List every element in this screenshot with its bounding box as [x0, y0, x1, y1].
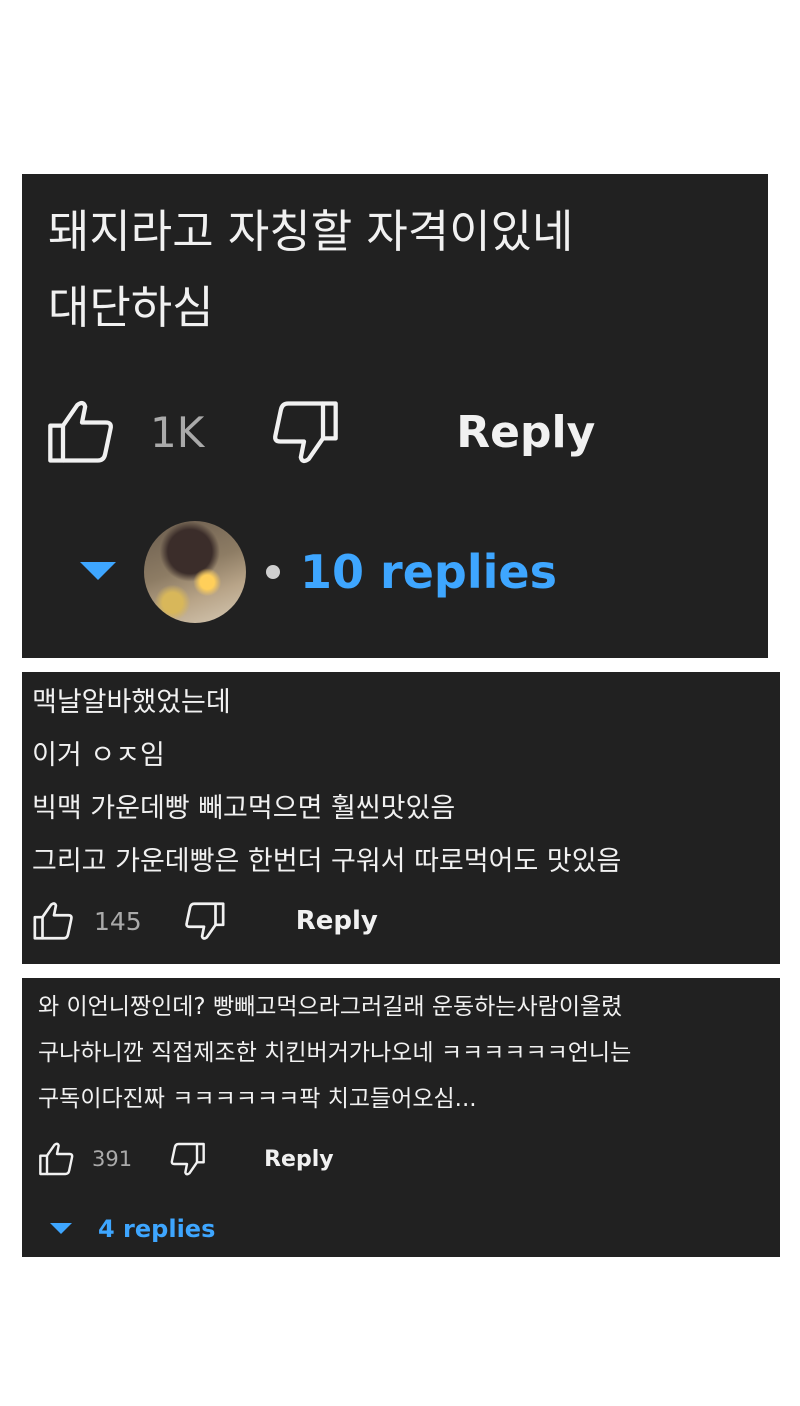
- thumbs-down-icon[interactable]: [264, 394, 344, 470]
- comment-card: 맥날알바했었는데 이거 ㅇㅈ임 빅맥 가운데빵 빼고먹으면 훨씬맛있음 그리고 …: [22, 672, 780, 964]
- view-replies-toggle[interactable]: 4 replies: [50, 1214, 215, 1244]
- comment-card: 와 이언니짱인데? 빵빼고먹으라그러길래 운동하는사람이올렸 구나하니깐 직접제…: [22, 978, 780, 1257]
- thumbs-down-icon[interactable]: [166, 1139, 208, 1179]
- comment-line: 그리고 가운데빵은 한번더 구워서 따로먹어도 맛있음: [32, 846, 622, 877]
- view-replies-toggle[interactable]: 10 replies: [80, 517, 557, 627]
- comment-actions: 145 Reply: [30, 896, 378, 946]
- reply-button[interactable]: Reply: [296, 906, 378, 936]
- avatar: [144, 521, 246, 623]
- comment-line: 와 이언니짱인데? 빵빼고먹으라그러길래 운동하는사람이올렸: [38, 994, 623, 1020]
- reply-button[interactable]: Reply: [264, 1147, 334, 1172]
- replies-count-link[interactable]: 10 replies: [300, 545, 557, 599]
- thumbs-up-icon[interactable]: [36, 1139, 78, 1179]
- thumbs-up-icon[interactable]: [30, 898, 78, 944]
- comment-line: 이거 ㅇㅈ임: [32, 740, 165, 771]
- like-count: 1K: [150, 407, 205, 457]
- triangle-down-icon: [80, 562, 116, 582]
- comment-text: 와 이언니짱인데? 빵빼고먹으라그러길래 운동하는사람이올렸 구나하니깐 직접제…: [38, 984, 631, 1122]
- comment-line: 빅맥 가운데빵 빼고먹으면 훨씬맛있음: [32, 793, 456, 824]
- reply-button[interactable]: Reply: [456, 407, 595, 458]
- comment-line: 맥날알바했었는데: [32, 687, 231, 718]
- comment-card: 돼지라고 자칭할 자격이있네 대단하심 1K Reply 10 replies: [22, 174, 768, 658]
- comment-text: 맥날알바했었는데 이거 ㅇㅈ임 빅맥 가운데빵 빼고먹으면 훨씬맛있음 그리고 …: [32, 676, 621, 888]
- replies-count-link[interactable]: 4 replies: [98, 1215, 215, 1243]
- like-count: 145: [94, 906, 142, 936]
- thumbs-up-icon[interactable]: [42, 394, 122, 470]
- separator-dot: [266, 565, 280, 579]
- comment-line: 돼지라고 자칭할 자격이있네: [48, 205, 574, 258]
- comment-line: 구독이다진짜 ㅋㅋㅋㅋㅋㅋ팍 치고들어오심...: [38, 1086, 477, 1112]
- triangle-down-icon: [50, 1223, 72, 1235]
- comment-line: 구나하니깐 직접제조한 치킨버거가나오네 ㅋㅋㅋㅋㅋㅋ언니는: [38, 1040, 632, 1066]
- comment-actions: 1K Reply: [42, 394, 595, 470]
- comment-text: 돼지라고 자칭할 자격이있네 대단하심: [48, 194, 573, 346]
- comment-actions: 391 Reply: [36, 1138, 334, 1180]
- thumbs-down-icon[interactable]: [180, 898, 228, 944]
- comment-line: 대단하심: [48, 281, 214, 334]
- like-count: 391: [92, 1147, 133, 1171]
